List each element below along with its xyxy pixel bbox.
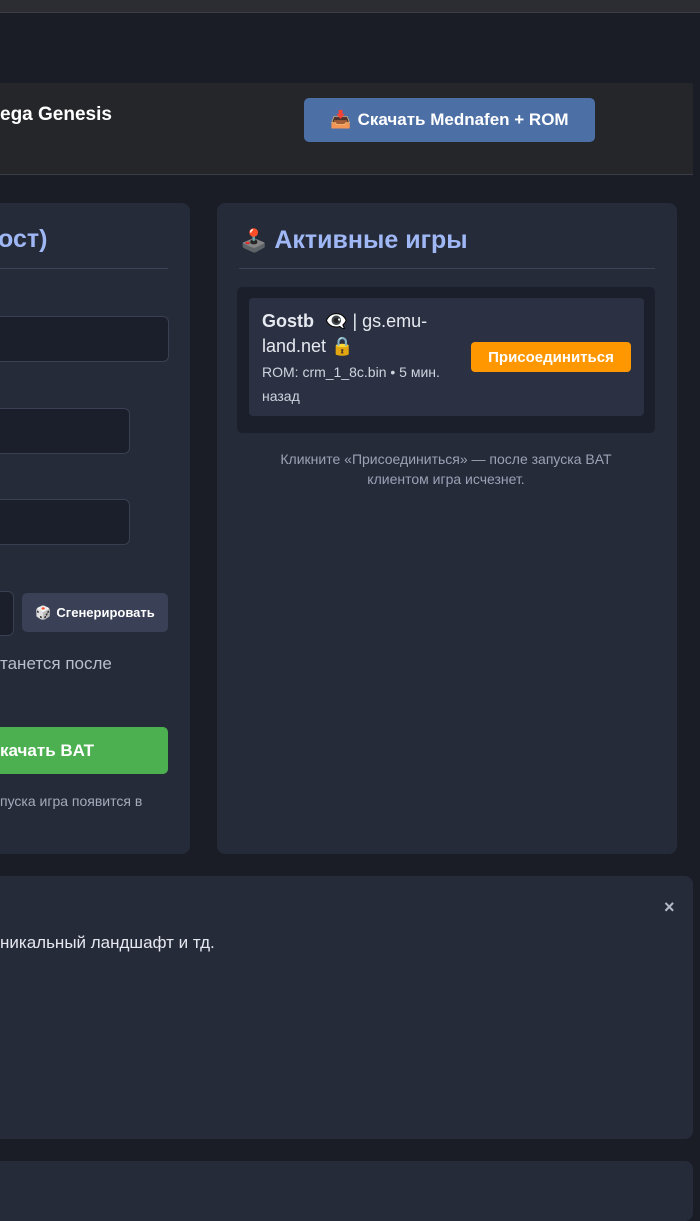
- rom-input[interactable]: [0, 499, 130, 545]
- join-hint-line2: клиентом игра исчезнет.: [367, 471, 525, 487]
- dice-icon: 🎲: [35, 604, 52, 620]
- form-note: танется после: [0, 654, 112, 673]
- host-card-title: ост): [0, 225, 48, 253]
- download-mednafen-button[interactable]: 📥 Скачать Mednafen + ROM: [304, 98, 595, 142]
- game-host-line: Gostb 👁‍🗨 | gs.emu-: [262, 311, 427, 332]
- download-bat-label: качать BAT: [0, 740, 95, 760]
- game-server: gs.emu-: [362, 311, 428, 331]
- page-header: ega Genesis 📥 Скачать Mednafen + ROM: [0, 83, 693, 175]
- info-panel: [0, 876, 693, 1139]
- active-games-divider: [239, 268, 655, 269]
- active-games-title-text: Активные игры: [274, 226, 468, 254]
- after-start-note: пуска игра появится в: [0, 793, 143, 809]
- server-input[interactable]: [0, 408, 130, 454]
- game-server-line: land.net 🔒: [262, 336, 354, 357]
- generate-button-label: Сгенерировать: [56, 605, 155, 620]
- lock-icon: 🔒: [331, 336, 354, 356]
- info-panel-text: никальный ландшафт и тд.: [0, 933, 215, 952]
- name-input[interactable]: [0, 316, 169, 362]
- game-rom: ROM: crm_1_8c.bin • 5 мин.: [262, 364, 440, 380]
- game-host: Gostb: [262, 311, 314, 331]
- list-item: Gostb 👁‍🗨 | gs.emu- land.net 🔒 ROM: crm_…: [249, 298, 644, 416]
- inbox-tray-icon: 📥: [330, 110, 352, 129]
- password-input[interactable]: [0, 591, 14, 636]
- game-server-cont: land.net: [262, 336, 327, 356]
- join-button[interactable]: Присоединиться: [471, 342, 631, 372]
- game-rom-cont: назад: [262, 388, 300, 404]
- active-games-title: 🕹️ Активные игры: [240, 226, 468, 255]
- download-bat-button[interactable]: качать BAT: [0, 727, 168, 774]
- games-list: Gostb 👁‍🗨 | gs.emu- land.net 🔒 ROM: crm_…: [237, 287, 655, 433]
- generate-button[interactable]: 🎲 Сгенерировать: [22, 593, 168, 632]
- joystick-icon: 🕹️: [240, 228, 268, 253]
- header-title: ega Genesis: [0, 104, 112, 125]
- host-card-divider: [0, 268, 168, 269]
- close-icon[interactable]: ×: [664, 897, 675, 918]
- separator: |: [352, 311, 363, 331]
- join-hint-line1: Кликните «Присоединиться» — после запуск…: [280, 451, 612, 467]
- browser-top-strip: [0, 0, 700, 13]
- bottom-panel: [0, 1161, 693, 1221]
- download-button-label: Скачать Mednafen + ROM: [357, 110, 569, 129]
- eye-icon: 👁‍🗨: [325, 311, 348, 331]
